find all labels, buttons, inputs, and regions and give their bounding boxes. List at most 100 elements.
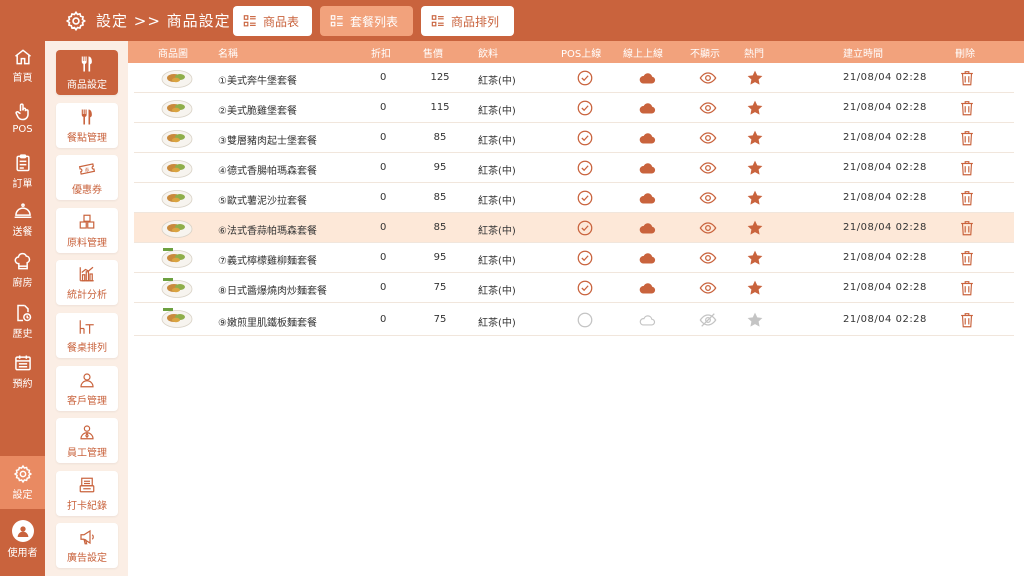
item-price: 75 — [433, 282, 447, 293]
rail-item-pos[interactable]: POS — [0, 93, 45, 143]
eye-icon[interactable] — [699, 129, 717, 147]
item-drink: 紅茶(中) — [478, 136, 516, 147]
tab-product-list[interactable]: 商品表 — [233, 6, 312, 36]
sidebar-label: 打卡紀錄 — [67, 500, 107, 512]
cloud-icon[interactable] — [638, 69, 656, 87]
sidebar-item-table-layout[interactable]: 餐桌排列 — [56, 313, 118, 358]
food-thumbnail — [161, 67, 193, 89]
check-circle-icon[interactable] — [576, 159, 594, 177]
star-icon[interactable] — [746, 189, 764, 207]
item-drink: 紅茶(中) — [478, 226, 516, 237]
item-name: ⑧日式醬爆燒肉炒麵套餐 — [218, 286, 327, 297]
chef-hat-icon — [14, 252, 30, 269]
check-circle-icon[interactable] — [576, 279, 594, 297]
cloud-icon[interactable] — [638, 159, 656, 177]
eye-slash-icon[interactable] — [699, 311, 717, 329]
rail-item-home[interactable]: 首頁 — [0, 40, 45, 90]
cloud-icon[interactable] — [638, 279, 656, 297]
sidebar-label: 餐點管理 — [67, 132, 107, 144]
table-row[interactable]: ③雙層豬肉起士堡套餐 0 85 紅茶(中) 21/08/04 02:28 — [134, 123, 1014, 153]
star-icon[interactable] — [746, 129, 764, 147]
item-drink: 紅茶(中) — [478, 318, 516, 329]
check-circle-icon[interactable] — [576, 99, 594, 117]
trash-icon[interactable] — [958, 311, 976, 329]
food-thumbnail — [161, 307, 193, 329]
table-row[interactable]: ⑤歐式薯泥沙拉套餐 0 85 紅茶(中) 21/08/04 02:28 — [134, 183, 1014, 213]
table-row[interactable]: ④德式香腸帕瑪森套餐 0 95 紅茶(中) 21/08/04 02:28 — [134, 153, 1014, 183]
check-circle-icon[interactable] — [576, 69, 594, 87]
rail-label: 預約 — [12, 378, 33, 390]
trash-icon[interactable] — [958, 279, 976, 297]
rail-item-settings[interactable]: 設定 — [0, 456, 45, 509]
table-row[interactable]: ⑦義式檸檬雞柳麵套餐 0 95 紅茶(中) 21/08/04 02:28 — [134, 243, 1014, 273]
sidebar-item-statistics[interactable]: 統計分析 — [56, 260, 118, 305]
cloud-icon[interactable] — [638, 189, 656, 207]
sidebar-label: 廣告設定 — [67, 552, 107, 564]
eye-icon[interactable] — [699, 159, 717, 177]
table-row[interactable]: ②美式脆雞堡套餐 0 115 紅茶(中) 21/08/04 02:28 — [134, 93, 1014, 123]
sidebar-item-customers[interactable]: 客戶管理 — [56, 366, 118, 411]
sidebar-item-punch-records[interactable]: 打卡紀錄 — [56, 471, 118, 516]
eye-icon[interactable] — [699, 249, 717, 267]
cloud-icon[interactable] — [638, 311, 656, 329]
trash-icon[interactable] — [958, 249, 976, 267]
cloud-icon[interactable] — [638, 99, 656, 117]
cloud-icon[interactable] — [638, 129, 656, 147]
rail-item-user[interactable]: 使用者 — [0, 512, 45, 566]
empty-circle-icon[interactable] — [576, 311, 594, 329]
sidebar-label: 優惠券 — [72, 184, 102, 196]
trash-icon[interactable] — [958, 69, 976, 87]
item-price: 75 — [433, 314, 447, 325]
check-circle-icon[interactable] — [576, 249, 594, 267]
rail-item-reservation[interactable]: 預約 — [0, 346, 45, 396]
trash-icon[interactable] — [958, 159, 976, 177]
megaphone-icon — [80, 529, 94, 544]
rail-item-kitchen[interactable]: 廚房 — [0, 245, 45, 295]
sidebar-item-product-settings[interactable]: 商品設定 — [56, 50, 118, 95]
cloud-icon[interactable] — [638, 219, 656, 237]
star-icon[interactable] — [746, 249, 764, 267]
trash-icon[interactable] — [958, 219, 976, 237]
star-icon[interactable] — [746, 311, 764, 329]
sidebar-item-employees[interactable]: 員工管理 — [56, 418, 118, 463]
star-icon[interactable] — [746, 279, 764, 297]
star-icon[interactable] — [746, 69, 764, 87]
check-circle-icon[interactable] — [576, 219, 594, 237]
food-thumbnail — [161, 277, 193, 299]
tab-product-arrange[interactable]: 商品排列 — [421, 6, 514, 36]
trash-icon[interactable] — [958, 189, 976, 207]
sidebar-item-coupons[interactable]: 券 優惠券 — [56, 155, 118, 200]
eye-icon[interactable] — [699, 99, 717, 117]
trash-icon[interactable] — [958, 99, 976, 117]
check-circle-icon[interactable] — [576, 189, 594, 207]
sidebar-item-meal-management[interactable]: 餐點管理 — [56, 103, 118, 148]
eye-icon[interactable] — [699, 189, 717, 207]
hand-pointer-icon — [14, 102, 29, 120]
tab-label: 套餐列表 — [350, 14, 399, 29]
tab-combo-list[interactable]: 套餐列表 — [320, 6, 413, 36]
item-price: 95 — [433, 162, 447, 173]
item-name: ④德式香腸帕瑪森套餐 — [218, 166, 317, 177]
rail-item-delivery[interactable]: 送餐 — [0, 194, 45, 244]
eye-icon[interactable] — [699, 219, 717, 237]
rail-label: 使用者 — [7, 547, 38, 559]
star-icon[interactable] — [746, 99, 764, 117]
utensils-icon — [81, 56, 92, 71]
eye-icon[interactable] — [699, 279, 717, 297]
table-row[interactable]: ⑧日式醬爆燒肉炒麵套餐 0 75 紅茶(中) 21/08/04 02:28 — [134, 273, 1014, 303]
table-row[interactable]: ⑨嫩煎里肌鐵板麵套餐 0 75 紅茶(中) 21/08/04 02:28 — [134, 303, 1014, 336]
star-icon[interactable] — [746, 159, 764, 177]
sidebar-item-ingredients[interactable]: 原料管理 — [56, 208, 118, 253]
star-icon[interactable] — [746, 219, 764, 237]
table-row[interactable]: ①美式奔牛堡套餐 0 125 紅茶(中) 21/08/04 02:28 — [134, 63, 1014, 93]
table-row[interactable]: ⑥法式香蒜帕瑪森套餐 0 85 紅茶(中) 21/08/04 02:28 — [134, 213, 1014, 243]
item-created-time: 21/08/04 02:28 — [843, 314, 927, 325]
check-circle-icon[interactable] — [576, 129, 594, 147]
item-price: 125 — [430, 72, 450, 83]
rail-item-history[interactable]: 歷史 — [0, 296, 45, 346]
trash-icon[interactable] — [958, 129, 976, 147]
cloud-icon[interactable] — [638, 249, 656, 267]
sidebar-item-ads[interactable]: 廣告設定 — [56, 523, 118, 568]
rail-item-orders[interactable]: 訂單 — [0, 146, 45, 196]
eye-icon[interactable] — [699, 69, 717, 87]
